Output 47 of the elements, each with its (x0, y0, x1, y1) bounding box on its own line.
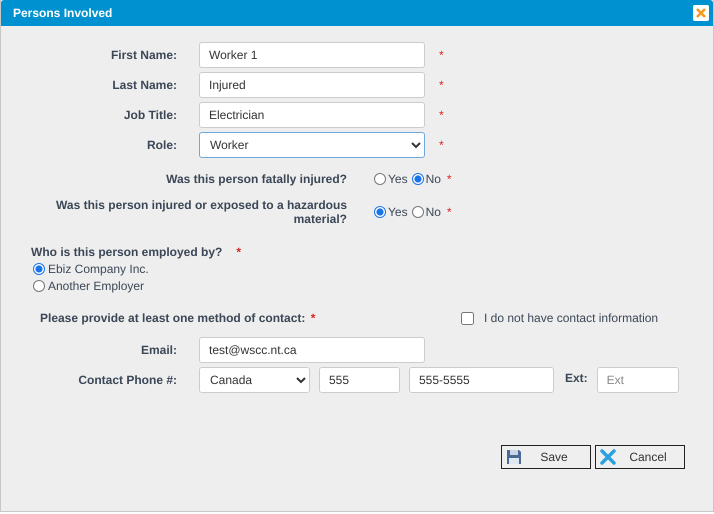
extension-field[interactable]: Ext (596, 367, 679, 393)
question-label: Who is this person employed by? (31, 245, 222, 259)
required-mark: * (439, 108, 445, 122)
field-label: First Name: (110, 48, 177, 62)
radio-label: No (426, 172, 441, 186)
question-label: Was this person fatally injured? (165, 172, 347, 186)
radio-label: No (426, 205, 441, 219)
required-mark: * (236, 245, 242, 259)
radio-button[interactable] (412, 173, 424, 185)
text-field[interactable]: Injured (199, 72, 425, 98)
phone-number-field[interactable]: 555-5555 (409, 367, 554, 393)
role-dropdown[interactable]: Worker (199, 132, 425, 158)
close-icon (695, 7, 707, 19)
text-field[interactable]: Electrician (199, 102, 425, 128)
radio-button[interactable] (33, 280, 45, 292)
email-field[interactable]: test@wscc.nt.ca (199, 337, 425, 363)
required-mark: * (439, 78, 445, 92)
contact-label: Please provide at least one method of contact: (40, 311, 306, 325)
required-mark: * (446, 172, 452, 186)
radio-button[interactable] (374, 173, 386, 185)
country-dropdown[interactable]: Canada (199, 367, 310, 393)
cross-icon (600, 449, 616, 465)
question-label: Was this person injured or exposed to a hazardous material? (55, 198, 347, 226)
cancel-button[interactable]: Cancel (595, 445, 685, 469)
area-code-field[interactable]: 555 (319, 367, 400, 393)
required-mark: * (310, 311, 316, 325)
field-label: Email: (140, 343, 177, 357)
radio-button[interactable] (33, 263, 45, 275)
radio-button[interactable] (412, 206, 424, 218)
window-title: Persons Involved (13, 6, 112, 20)
radio-label: Ebiz Company Inc. (48, 262, 149, 276)
field-label: Role: (146, 138, 177, 152)
field-label: Contact Phone #: (77, 373, 177, 387)
checkbox-label: I do not have contact information (484, 311, 658, 325)
required-mark: * (446, 205, 452, 219)
checkbox[interactable] (461, 312, 474, 324)
field-label: Ext: (565, 371, 588, 385)
radio-label: Yes (388, 172, 408, 186)
text-field[interactable]: Worker 1 (199, 42, 425, 68)
radio-button[interactable] (374, 206, 386, 218)
required-mark: * (439, 138, 445, 152)
field-label: Last Name: (111, 78, 177, 92)
radio-label: Yes (388, 205, 408, 219)
radio-label: Another Employer (48, 279, 144, 293)
field-label: Job Title: (122, 108, 177, 122)
save-button[interactable]: Save (501, 445, 591, 469)
required-mark: * (439, 48, 445, 62)
